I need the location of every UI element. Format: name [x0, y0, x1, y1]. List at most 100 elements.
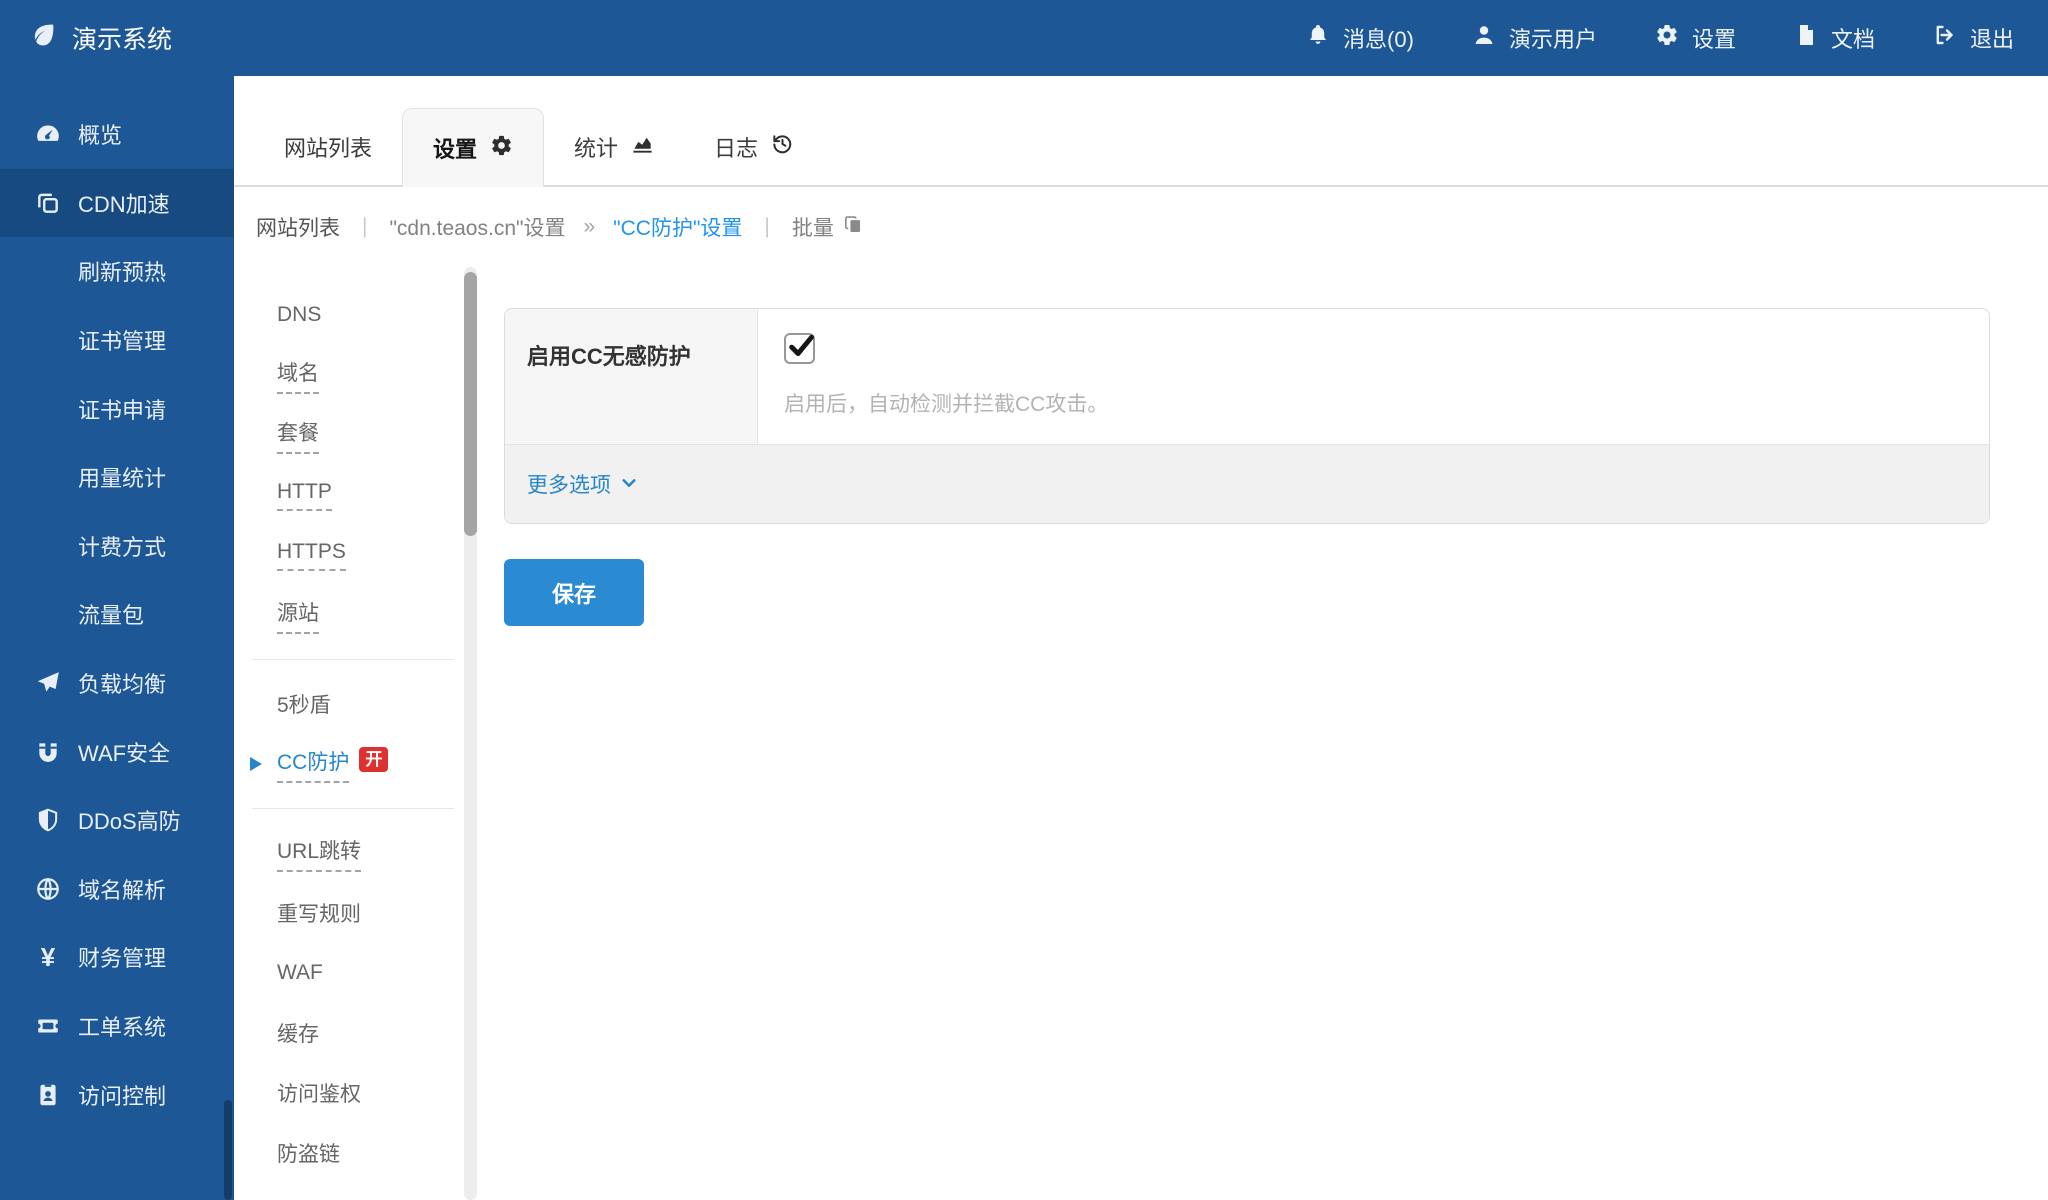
sidebar-item-load-balance[interactable]: 负载均衡	[0, 649, 234, 718]
sidebar-item-cdn[interactable]: CDN加速	[0, 169, 234, 238]
breadcrumb-current[interactable]: "CC防护"设置	[613, 212, 742, 242]
caret-right-icon	[250, 757, 262, 771]
doc-icon	[1794, 23, 1818, 53]
bell-icon	[1306, 23, 1330, 53]
sidebar-item-label: 刷新预热	[78, 255, 166, 287]
sidebar-item-tickets[interactable]: 工单系统	[0, 992, 234, 1061]
sidebar-item-label: 访问控制	[78, 1079, 166, 1111]
paper-plane-icon	[30, 670, 66, 696]
submenu-item-label: HTTP	[277, 480, 332, 511]
submenu-item-origin[interactable]: 源站	[277, 585, 464, 645]
tab-label: 日志	[714, 131, 758, 163]
sidebar-item-overview[interactable]: 概览	[0, 100, 234, 169]
globe-icon	[30, 876, 66, 902]
submenu-item-url-redirect[interactable]: URL跳转	[277, 823, 464, 883]
submenu-item-plan[interactable]: 套餐	[277, 405, 464, 465]
submenu-item-https[interactable]: HTTPS	[277, 525, 464, 585]
body-row: 概览 CDN加速 刷新预热 证书管理 证书申请 用量统计 计费方式 流量包 负载…	[0, 76, 2048, 1200]
nav-docs[interactable]: 文档	[1794, 22, 1875, 54]
submenu-item-dns[interactable]: DNS	[277, 285, 464, 345]
nav-logout[interactable]: 退出	[1933, 22, 2014, 54]
top-nav: 消息(0) 演示用户 设置 文档 退出	[1306, 22, 2048, 54]
submenu-item-label: DNS	[277, 303, 321, 327]
submenu-item-label: CC防护	[277, 746, 349, 783]
submenu-item-rewrite-rules[interactable]: 重写规则	[277, 883, 464, 943]
submenu-item-cache[interactable]: 缓存	[277, 1003, 464, 1063]
breadcrumb-site-list[interactable]: 网站列表	[256, 212, 340, 242]
submenu-item-cc-protection[interactable]: CC防护 开	[277, 734, 464, 794]
sidebar-item-waf[interactable]: WAF安全	[0, 717, 234, 786]
sidebar-scrollbar-thumb[interactable]	[224, 1100, 232, 1200]
breadcrumb-site-settings[interactable]: "cdn.teaos.cn"设置	[389, 212, 565, 242]
sidebar-item-label: 域名解析	[78, 873, 166, 905]
more-options-link[interactable]: 更多选项	[527, 469, 638, 499]
submenu-item-label: 访问鉴权	[277, 1078, 361, 1108]
content-row: DNS 域名 套餐 HTTP HTTPS 源站 5秒盾 CC防护 开 URL跳转	[234, 267, 2048, 1200]
nav-messages[interactable]: 消息(0)	[1306, 22, 1414, 54]
breadcrumb-batch[interactable]: 批量	[792, 212, 864, 242]
submenu-item-label: URL跳转	[277, 835, 361, 872]
history-icon	[771, 132, 794, 161]
submenu-item-label: 5秒盾	[277, 689, 331, 719]
submenu-divider	[252, 808, 454, 809]
chevron-down-icon	[620, 471, 638, 498]
cc-protection-checkbox[interactable]	[784, 333, 815, 364]
submenu-item-label: 重写规则	[277, 898, 361, 928]
nav-logout-label: 退出	[1970, 22, 2014, 54]
top-bar: 演示系统 消息(0) 演示用户 设置 文档 退出	[0, 0, 2048, 76]
clone-icon	[30, 190, 66, 216]
sidebar-item-finance[interactable]: ¥ 财务管理	[0, 923, 234, 992]
tab-site-list[interactable]: 网站列表	[254, 108, 402, 185]
gear-icon	[1655, 23, 1679, 53]
submenu-item-5s-shield[interactable]: 5秒盾	[277, 674, 464, 734]
submenu-scrollbar[interactable]	[464, 267, 477, 1200]
tab-logs[interactable]: 日志	[684, 108, 824, 185]
nav-settings[interactable]: 设置	[1655, 22, 1736, 54]
sidebar-item-billing[interactable]: 计费方式	[0, 512, 234, 581]
tab-label: 统计	[574, 131, 618, 163]
nav-docs-label: 文档	[1831, 22, 1875, 54]
sidebar-item-usage-stats[interactable]: 用量统计	[0, 443, 234, 512]
main-area: 网站列表 设置 统计 日志 网站列表 | "cdn.te	[234, 76, 2048, 1200]
id-badge-icon	[30, 1082, 66, 1108]
sidebar-item-cert-apply[interactable]: 证书申请	[0, 374, 234, 443]
submenu-item-label: WAF	[277, 961, 323, 985]
field-label: 启用CC无感防护	[505, 309, 758, 444]
panel-field-row: 启用CC无感防护 启用后，自动检测并拦截CC攻击。	[505, 309, 1989, 444]
yen-icon: ¥	[30, 944, 66, 970]
user-icon	[1472, 23, 1496, 53]
signout-icon	[1933, 23, 1957, 53]
tab-settings[interactable]: 设置	[402, 108, 544, 187]
brand-title: 演示系统	[72, 20, 172, 56]
sidebar-item-label: 证书申请	[78, 393, 166, 425]
submenu-item-hotlink-protection[interactable]: 防盗链	[277, 1123, 464, 1183]
sidebar-item-label: 计费方式	[78, 530, 166, 562]
sidebar-item-cert-manage[interactable]: 证书管理	[0, 306, 234, 375]
tab-label: 设置	[433, 132, 477, 164]
save-button[interactable]: 保存	[504, 559, 644, 626]
brand[interactable]: 演示系统	[0, 20, 234, 56]
submenu-item-access-auth[interactable]: 访问鉴权	[277, 1063, 464, 1123]
ticket-icon	[30, 1013, 66, 1039]
cc-protection-form: 启用CC无感防护 启用后，自动检测并拦截CC攻击。 更多选项	[477, 267, 2048, 1200]
checkmark-icon	[787, 332, 815, 360]
sidebar-item-refresh-preheat[interactable]: 刷新预热	[0, 237, 234, 306]
sidebar-item-traffic-pack[interactable]: 流量包	[0, 580, 234, 649]
submenu-item-waf[interactable]: WAF	[277, 943, 464, 1003]
sidebar-item-ddos[interactable]: DDoS高防	[0, 786, 234, 855]
gear-icon	[490, 134, 513, 163]
submenu-item-domain[interactable]: 域名	[277, 345, 464, 405]
field-content: 启用后，自动检测并拦截CC攻击。	[758, 309, 1989, 444]
nav-user[interactable]: 演示用户	[1472, 22, 1597, 54]
submenu-item-http[interactable]: HTTP	[277, 465, 464, 525]
submenu-item-label: 源站	[277, 597, 319, 634]
more-options-label: 更多选项	[527, 469, 611, 499]
field-hint: 启用后，自动检测并拦截CC攻击。	[784, 388, 1969, 418]
submenu-scrollbar-thumb[interactable]	[464, 272, 477, 536]
sidebar-item-access-control[interactable]: 访问控制	[0, 1060, 234, 1129]
tab-stats[interactable]: 统计	[544, 108, 684, 185]
sidebar-item-label: 概览	[78, 118, 122, 150]
status-badge-on: 开	[359, 747, 388, 772]
sidebar-item-dns-resolve[interactable]: 域名解析	[0, 855, 234, 924]
breadcrumb-arrow: »	[583, 215, 595, 239]
